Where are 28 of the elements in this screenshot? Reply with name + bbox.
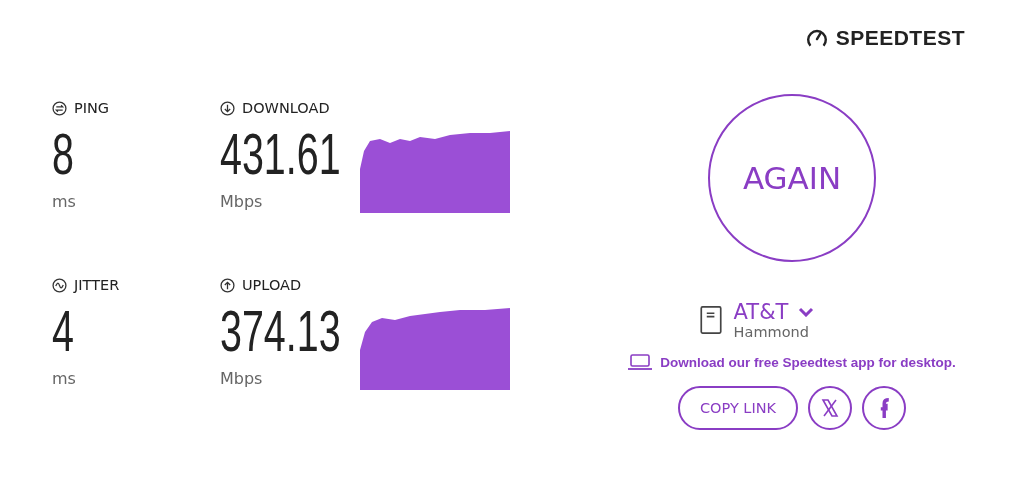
metric-unit: Mbps: [220, 369, 264, 388]
provider-name[interactable]: AT&T: [733, 300, 789, 324]
copy-link-button[interactable]: COPY LINK: [677, 386, 799, 430]
metric-label: UPLOAD: [242, 277, 302, 293]
server-icon: [699, 305, 722, 335]
metric-value: 8: [52, 125, 74, 183]
metric-label: DOWNLOAD: [242, 100, 330, 116]
provider-location: Hammond: [733, 324, 810, 340]
f-logo-icon: [878, 398, 890, 418]
gauge-icon: [805, 27, 828, 49]
again-button[interactable]: AGAIN: [708, 94, 876, 262]
metric-value: 431.61: [220, 125, 341, 183]
laptop-icon: [628, 354, 653, 370]
facebook-share-button[interactable]: [862, 386, 907, 430]
wave-icon: [52, 277, 67, 293]
metric-unit: ms: [52, 192, 77, 211]
metric-unit: Mbps: [220, 192, 264, 211]
metric-label: JITTER: [74, 277, 120, 293]
x-share-button[interactable]: [808, 386, 853, 430]
metric-label: PING: [74, 100, 110, 116]
chevron-icon[interactable]: [798, 307, 815, 317]
metric-value: 374.13: [220, 302, 341, 360]
brand-logo: SPEEDTEST: [835, 26, 965, 50]
metric-value: 4: [52, 302, 74, 360]
app-download-link[interactable]: Download our free Speedtest app for desktop.: [660, 354, 956, 370]
metric-unit: ms: [52, 369, 77, 388]
x-icon: [820, 398, 841, 418]
ping-icon: [52, 100, 67, 116]
